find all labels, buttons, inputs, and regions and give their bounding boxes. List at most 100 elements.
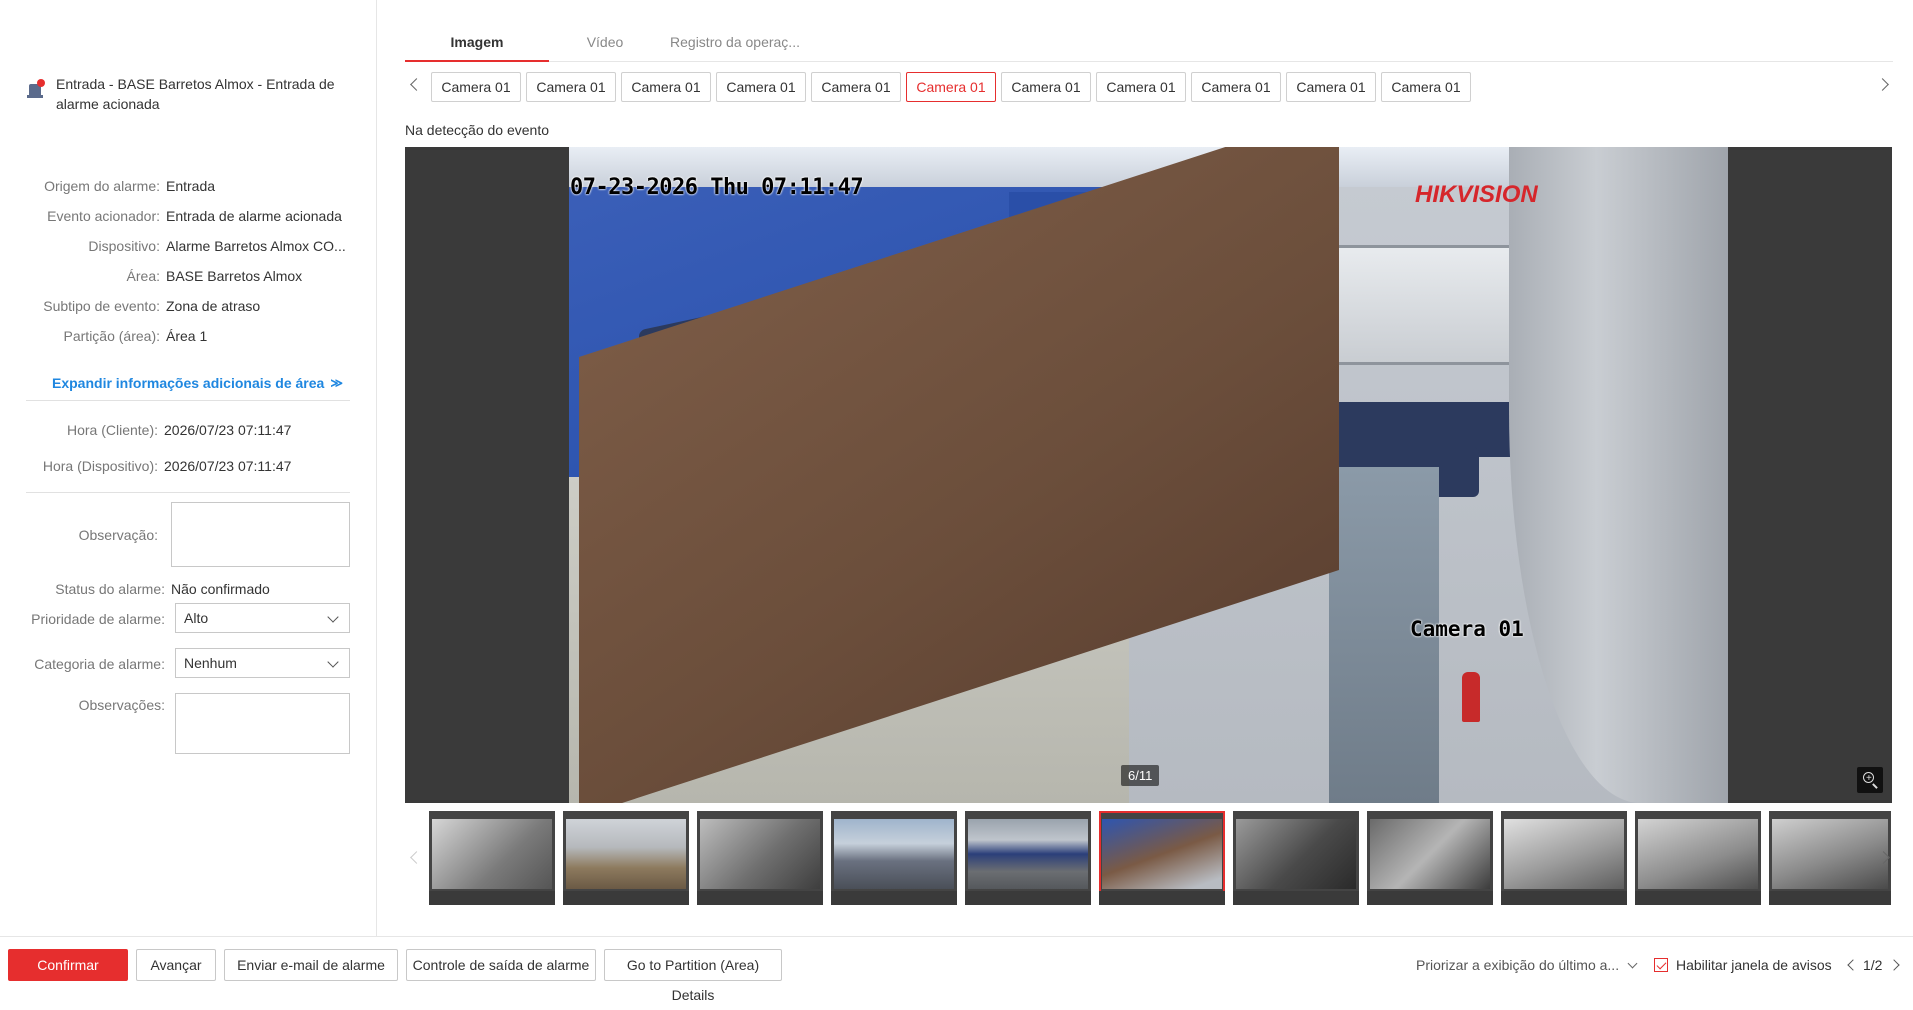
chevron-down-icon [1627, 958, 1638, 968]
priority-display-select[interactable]: Priorizar a exibição do último a... [1416, 957, 1638, 973]
time-value: 2026/07/23 07:11:47 [164, 458, 292, 474]
thumbnail[interactable] [1233, 811, 1359, 905]
divider [26, 492, 350, 493]
alarm-header: Entrada - BASE Barretos Almox - Entrada … [26, 74, 346, 114]
camera-tab[interactable]: Camera 01 [526, 72, 616, 102]
category-label: Categoria de alarme: [34, 656, 165, 672]
status-label: Status do alarme: [55, 581, 165, 597]
time-row-client: Hora (Cliente): 2026/07/23 07:11:47 [0, 421, 370, 439]
detail-label: Dispositivo: [88, 238, 160, 254]
hikvision-logo: HIKVISION [1415, 181, 1538, 208]
notes-label: Observações: [78, 697, 165, 713]
thumbnail[interactable] [1367, 811, 1493, 905]
checkbox-checked-icon [1654, 958, 1668, 972]
detail-row-origin: Origem do alarme: Entrada [0, 177, 370, 195]
priority-select[interactable]: Alto [175, 603, 350, 633]
event-image-viewer[interactable]: ALEGRIAS 07-23-2026 Thu 07:11:47 HIKVISI… [405, 147, 1892, 803]
detail-row-area: Área: BASE Barretos Almox [0, 267, 370, 285]
thumbnail[interactable] [1635, 811, 1761, 905]
thumbnail[interactable] [965, 811, 1091, 905]
thumbnail[interactable] [697, 811, 823, 905]
action-bar: Confirmar Avançar Enviar e-mail de alarm… [0, 936, 1913, 1003]
detail-label: Origem do alarme: [44, 178, 160, 194]
fire-extinguisher [1462, 672, 1480, 722]
camera-tab[interactable]: Camera 01 [1096, 72, 1186, 102]
camera-nav: Camera 01 Camera 01 Camera 01 Camera 01 … [405, 72, 1893, 102]
thumbnail[interactable] [1769, 811, 1891, 905]
detail-label: Área: [126, 268, 160, 284]
alarm-output-button[interactable]: Controle de saída de alarme [406, 949, 596, 981]
confirm-button[interactable]: Confirmar [8, 949, 128, 981]
status-row: Status do alarme: Não confirmado [0, 580, 370, 598]
page-indicator: 1/2 [1863, 957, 1883, 973]
time-label: Hora (Dispositivo): [42, 458, 158, 474]
camera-snapshot: ALEGRIAS [569, 147, 1728, 803]
detail-row-partition: Partição (área): Área 1 [0, 327, 370, 345]
detail-value: BASE Barretos Almox [166, 268, 303, 284]
alarm-title: Entrada - BASE Barretos Almox - Entrada … [56, 76, 335, 112]
detail-label: Evento acionador: [47, 208, 160, 224]
thumbnail[interactable] [563, 811, 689, 905]
detail-label: Partição (área): [63, 328, 160, 344]
chevron-down-icon [327, 656, 339, 668]
chevron-left-icon[interactable] [1847, 959, 1857, 971]
chevron-left-icon[interactable] [409, 78, 421, 90]
time-label: Hora (Cliente): [66, 422, 158, 438]
detail-row-subtype: Subtipo de evento: Zona de atraso [0, 297, 370, 315]
priority-display-label: Priorizar a exibição do último a... [1416, 957, 1620, 973]
notes-input[interactable] [175, 693, 350, 754]
thumbnail-active[interactable] [1099, 811, 1225, 905]
thumbnail-strip [405, 811, 1893, 907]
chevron-right-icon[interactable] [1876, 851, 1888, 863]
double-chevron-down-icon: ≫ [330, 376, 343, 390]
send-email-button[interactable]: Enviar e-mail de alarme [224, 949, 398, 981]
chevron-right-icon[interactable] [1888, 959, 1898, 971]
priority-select-value: Alto [184, 610, 209, 626]
camera-tab-active[interactable]: Camera 01 [906, 72, 996, 102]
category-select[interactable]: Nenhum [175, 648, 350, 678]
view-tabs: Imagem Vídeo Registro da operaç... [405, 30, 1893, 62]
detail-value: Entrada de alarme acionada [166, 208, 342, 224]
camera-tab[interactable]: Camera 01 [1191, 72, 1281, 102]
alarm-siren-icon [26, 78, 48, 100]
camera-tab[interactable]: Camera 01 [1286, 72, 1376, 102]
thumbnail[interactable] [831, 811, 957, 905]
zoom-in-icon[interactable]: + [1857, 767, 1883, 793]
next-button[interactable]: Avançar [136, 949, 216, 981]
thumbnail[interactable] [429, 811, 555, 905]
time-row-device: Hora (Dispositivo): 2026/07/23 07:11:47 [0, 457, 370, 475]
detail-value: Zona de atraso [166, 298, 261, 314]
camera-tab[interactable]: Camera 01 [431, 72, 521, 102]
expand-area-info-label: Expandir informações adicionais de área [52, 375, 325, 391]
observation-input[interactable] [171, 502, 350, 567]
camera-tab[interactable]: Camera 01 [621, 72, 711, 102]
camera-tab[interactable]: Camera 01 [716, 72, 806, 102]
priority-label: Prioridade de alarme: [31, 611, 165, 627]
partition-details-button[interactable]: Go to Partition (Area) Details [604, 949, 782, 1003]
detail-value: Entrada [166, 178, 216, 194]
divider [26, 400, 350, 401]
detail-value: Área 1 [166, 328, 208, 344]
image-counter: 6/11 [1121, 765, 1160, 786]
camera-tab[interactable]: Camera 01 [1381, 72, 1471, 102]
tab-operation-log[interactable]: Registro da operaç... [665, 30, 805, 62]
detail-row-trigger: Evento acionador: Entrada de alarme acio… [0, 207, 370, 225]
thumbnail[interactable] [1501, 811, 1627, 905]
category-select-value: Nenhum [184, 655, 237, 671]
tab-image[interactable]: Imagem [405, 30, 549, 62]
camera-tab[interactable]: Camera 01 [811, 72, 901, 102]
chevron-down-icon [327, 611, 339, 623]
camera-tab[interactable]: Camera 01 [1001, 72, 1091, 102]
detail-value: Alarme Barretos Almox CO... [166, 238, 346, 254]
chevron-right-icon[interactable] [1875, 78, 1887, 90]
enable-popup-checkbox[interactable]: Habilitar janela de avisos [1654, 957, 1832, 973]
osd-timestamp: 07-23-2026 Thu 07:11:47 [570, 175, 864, 200]
tab-video[interactable]: Vídeo [565, 30, 645, 62]
chevron-left-icon[interactable] [409, 851, 421, 863]
alarm-pager: 1/2 [1847, 957, 1898, 973]
time-value: 2026/07/23 07:11:47 [164, 422, 292, 438]
observation-label: Observação: [78, 527, 158, 543]
detail-row-device: Dispositivo: Alarme Barretos Almox CO... [0, 237, 370, 255]
enable-popup-label: Habilitar janela de avisos [1676, 957, 1832, 973]
expand-area-info-link[interactable]: Expandir informações adicionais de área … [52, 375, 343, 391]
